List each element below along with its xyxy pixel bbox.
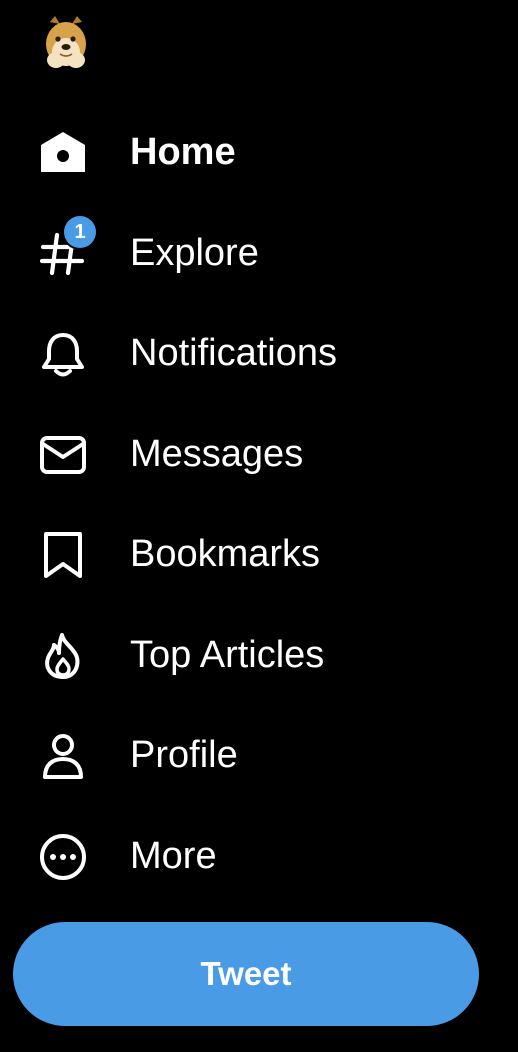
sidebar-item-label: Bookmarks bbox=[130, 533, 321, 575]
sidebar-item-label: Profile bbox=[130, 734, 238, 776]
home-icon bbox=[38, 128, 88, 178]
sidebar-item-profile[interactable]: Profile bbox=[0, 705, 518, 806]
sidebar-item-label: Explore bbox=[130, 231, 259, 274]
more-circle-icon bbox=[38, 832, 88, 882]
sidebar-item-label: Notifications bbox=[130, 332, 337, 374]
sidebar-item-more[interactable]: More bbox=[0, 806, 518, 907]
bookmark-icon bbox=[38, 530, 88, 580]
envelope-icon bbox=[38, 430, 88, 480]
bell-icon bbox=[38, 329, 88, 379]
doge-avatar-icon[interactable] bbox=[42, 14, 90, 70]
sidebar-item-bookmarks[interactable]: Bookmarks bbox=[0, 504, 518, 605]
sidebar-item-label: Messages bbox=[130, 432, 304, 475]
sidebar-item-notifications[interactable]: Notifications bbox=[0, 303, 518, 404]
sidebar-item-label: Home bbox=[130, 131, 236, 173]
sidebar-item-messages[interactable]: Messages bbox=[0, 404, 518, 505]
sidebar-item-home[interactable]: Home bbox=[0, 102, 518, 203]
sidebar-item-label: Top Articles bbox=[130, 633, 325, 676]
person-icon bbox=[38, 731, 88, 781]
sidebar-item-label: More bbox=[130, 834, 217, 877]
notification-count-badge: 1 bbox=[64, 216, 96, 248]
sidebar-item-top-articles[interactable]: Top Articles bbox=[0, 605, 518, 706]
tweet-button[interactable]: Tweet bbox=[13, 922, 479, 1026]
flame-icon bbox=[38, 631, 88, 681]
